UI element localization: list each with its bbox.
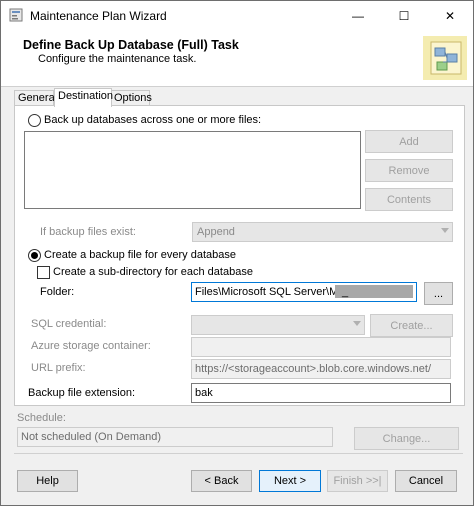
create-file-radio[interactable] bbox=[28, 249, 41, 262]
backup-across-files-radio[interactable] bbox=[28, 114, 41, 127]
tab-destination-label: Destination bbox=[58, 90, 114, 102]
url-prefix-input[interactable]: https://<storageaccount>.blob.core.windo… bbox=[191, 359, 451, 379]
contents-button-label: Contents bbox=[386, 193, 432, 206]
back-button-label: < Back bbox=[204, 475, 239, 487]
back-button[interactable]: < Back bbox=[191, 470, 252, 492]
next-button[interactable]: Next > bbox=[259, 470, 321, 492]
folder-label: Folder: bbox=[40, 286, 75, 298]
finish-button[interactable]: Finish >>| bbox=[327, 470, 388, 492]
close-icon: ✕ bbox=[444, 8, 456, 23]
wizard-header: Define Back Up Database (Full) Task Conf… bbox=[1, 30, 473, 87]
browse-folder-button[interactable]: ... bbox=[424, 282, 453, 305]
help-button-label: Help bbox=[36, 475, 59, 487]
page-title: Define Back Up Database (Full) Task bbox=[23, 38, 239, 52]
schedule-field: Not scheduled (On Demand) bbox=[17, 427, 333, 447]
create-credential-button[interactable]: Create... bbox=[370, 314, 453, 337]
chevron-down-icon bbox=[441, 228, 449, 233]
sql-credential-label: SQL credential: bbox=[31, 318, 107, 330]
radio-selected-dot bbox=[31, 252, 38, 259]
wizard-graphic-icon bbox=[423, 36, 467, 80]
maximize-icon: ☐ bbox=[398, 8, 410, 23]
next-button-label: Next > bbox=[273, 475, 307, 487]
help-button[interactable]: Help bbox=[17, 470, 78, 492]
remove-button[interactable]: Remove bbox=[365, 159, 453, 182]
maximize-button[interactable]: ☐ bbox=[381, 1, 427, 30]
minimize-icon: — bbox=[352, 8, 364, 23]
create-credential-label: Create... bbox=[390, 319, 433, 332]
page-subtitle: Configure the maintenance task. bbox=[38, 53, 197, 65]
cancel-button[interactable]: Cancel bbox=[395, 470, 457, 492]
cancel-button-label: Cancel bbox=[408, 475, 444, 487]
browse-button-label: ... bbox=[433, 287, 444, 300]
extension-input[interactable]: bak bbox=[191, 383, 451, 403]
title-bar: Maintenance Plan Wizard — ☐ ✕ bbox=[1, 1, 473, 30]
change-schedule-label: Change... bbox=[382, 432, 431, 445]
sql-credential-select[interactable] bbox=[191, 315, 365, 335]
create-file-label: Create a backup file for every database bbox=[44, 249, 237, 261]
if-exists-label: If backup files exist: bbox=[40, 226, 136, 238]
folder-redacted-mark: _ bbox=[342, 286, 349, 298]
schedule-label: Schedule: bbox=[17, 412, 66, 424]
backup-files-list[interactable] bbox=[24, 131, 361, 209]
add-button-label: Add bbox=[399, 135, 419, 148]
url-prefix-label: URL prefix: bbox=[31, 362, 86, 374]
tab-destination[interactable]: Destination bbox=[54, 88, 114, 107]
add-button[interactable]: Add bbox=[365, 130, 453, 153]
tab-general-label: General bbox=[18, 92, 58, 104]
azure-container-input[interactable] bbox=[191, 337, 451, 357]
if-exists-select[interactable]: Append bbox=[192, 222, 453, 242]
window-title: Maintenance Plan Wizard bbox=[30, 9, 167, 23]
azure-container-label: Azure storage container: bbox=[31, 340, 151, 352]
app-icon bbox=[9, 8, 23, 22]
url-prefix-value: https://<storageaccount>.blob.core.windo… bbox=[195, 363, 432, 375]
folder-input[interactable]: Files\Microsoft SQL Server\MSSQL _ bbox=[191, 282, 417, 302]
chevron-down-icon bbox=[353, 321, 361, 326]
if-exists-value: Append bbox=[197, 226, 235, 238]
remove-button-label: Remove bbox=[388, 164, 430, 177]
extension-label: Backup file extension: bbox=[28, 387, 136, 399]
close-button[interactable]: ✕ bbox=[427, 1, 473, 30]
finish-button-label: Finish >>| bbox=[333, 475, 382, 487]
backup-across-files-label: Back up databases across one or more fil… bbox=[44, 114, 262, 126]
minimize-button[interactable]: — bbox=[335, 1, 381, 30]
create-subdir-checkbox[interactable] bbox=[37, 266, 50, 279]
footer-divider bbox=[14, 453, 463, 454]
create-subdir-label: Create a sub-directory for each database bbox=[53, 266, 253, 278]
contents-button[interactable]: Contents bbox=[365, 188, 453, 211]
change-schedule-button[interactable]: Change... bbox=[354, 427, 459, 450]
tab-general[interactable]: General bbox=[14, 90, 58, 106]
extension-value: bak bbox=[195, 387, 213, 399]
schedule-value: Not scheduled (On Demand) bbox=[21, 431, 162, 443]
tab-options-label: Options bbox=[114, 92, 152, 104]
wizard-window: Maintenance Plan Wizard — ☐ ✕ Define Bac… bbox=[0, 0, 474, 506]
destination-panel: Back up databases across one or more fil… bbox=[14, 105, 465, 406]
tab-options[interactable]: Options bbox=[110, 90, 152, 106]
